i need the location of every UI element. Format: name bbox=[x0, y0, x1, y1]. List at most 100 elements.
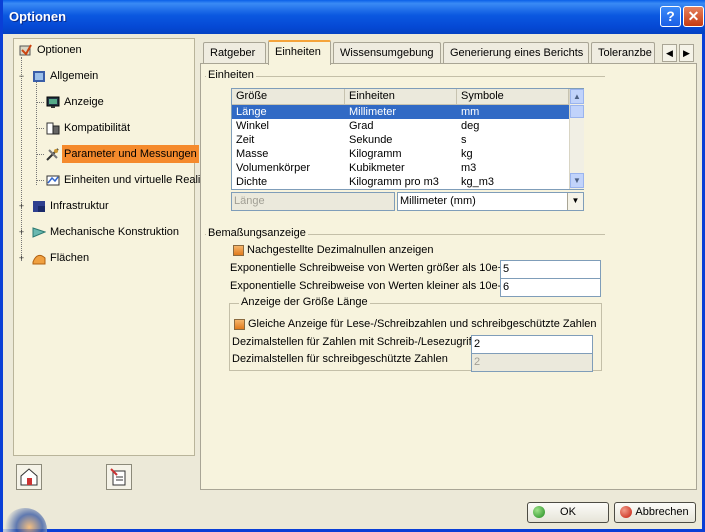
trailing-zeros-label: Nachgestellte Dezimalnullen anzeigen bbox=[247, 244, 434, 256]
tab-einheiten[interactable]: Einheiten bbox=[268, 40, 331, 65]
general-icon bbox=[33, 71, 45, 82]
tree-connector bbox=[36, 180, 44, 181]
expand-icon[interactable]: + bbox=[17, 254, 26, 263]
tab-toleranz[interactable]: Toleranzbe bbox=[591, 42, 655, 64]
cancel-button-label: Abbrechen bbox=[635, 506, 689, 518]
unit-select-value: Millimeter (mm) bbox=[400, 195, 476, 207]
table-cell: s bbox=[461, 134, 467, 146]
tree-item-label: Mechanische Konstruktion bbox=[50, 226, 180, 238]
table-row[interactable]: Winkel Grad deg bbox=[232, 119, 569, 133]
table-row[interactable]: Volumenkörper Kubikmeter m3 bbox=[232, 161, 569, 175]
table-header: Größe Einheiten Symbole bbox=[232, 89, 569, 105]
same-display-checkbox[interactable] bbox=[234, 319, 245, 330]
tree-item-parameter-und-messungen[interactable]: Parameter und Messungen bbox=[17, 145, 199, 163]
units-table[interactable]: Größe Einheiten Symbole Länge Millimeter m… bbox=[231, 88, 584, 190]
tree-item-flaechen[interactable]: + Flächen bbox=[17, 249, 192, 267]
table-cell: mm bbox=[461, 106, 480, 118]
tab-scroll-left-icon[interactable]: ◀ bbox=[662, 44, 677, 62]
ok-icon bbox=[533, 506, 545, 518]
table-cell: Dichte bbox=[236, 176, 268, 188]
column-header[interactable]: Einheiten bbox=[345, 89, 457, 105]
dimension-group-label: Bemaßungsanzeige bbox=[206, 227, 308, 239]
tab-panel-einheiten: Einheiten Größe Einheiten Symbole Länge M… bbox=[200, 63, 697, 490]
table-cell: Länge bbox=[236, 106, 267, 118]
table-row[interactable]: Zeit Sekunde s bbox=[232, 133, 569, 147]
table-scrollbar[interactable]: ▲ ▼ bbox=[569, 89, 584, 189]
tree-item-label: Allgemein bbox=[50, 70, 99, 82]
tree-item-label: Anzeige bbox=[64, 96, 104, 108]
exp-greater-field[interactable]: 5 bbox=[500, 260, 601, 279]
units-icon bbox=[46, 175, 60, 186]
window-title: Optionen bbox=[9, 9, 67, 24]
decimals-ro-label: Dezimalstellen für schreibgeschützte Zah… bbox=[232, 353, 448, 365]
table-cell: Volumenkörper bbox=[236, 162, 310, 174]
tree-item-allgemein[interactable]: − Allgemein bbox=[17, 67, 192, 85]
tab-scroll-right-icon[interactable]: ▶ bbox=[679, 44, 694, 62]
column-header[interactable]: Symbole bbox=[457, 89, 569, 105]
collapse-icon[interactable]: − bbox=[17, 72, 26, 81]
tab-wissensumgebung[interactable]: Wissensumgebung bbox=[333, 42, 441, 64]
tree-item-infrastruktur[interactable]: + Infrastruktur bbox=[17, 197, 192, 215]
title-bar[interactable]: Optionen ? ✕ bbox=[3, 0, 705, 34]
cancel-icon bbox=[620, 506, 632, 518]
scroll-up-icon[interactable]: ▲ bbox=[570, 89, 584, 104]
home-icon bbox=[20, 468, 38, 486]
scroll-down-icon[interactable]: ▼ bbox=[570, 173, 584, 188]
chevron-down-icon[interactable]: ▼ bbox=[567, 193, 583, 210]
tree-item-label: Parameter und Messungen bbox=[62, 145, 199, 163]
tree-item-mechanische-konstruktion[interactable]: + Mechanische Konstruktion bbox=[17, 223, 192, 241]
exp-greater-label: Exponentielle Schreibweise von Werten gr… bbox=[230, 262, 505, 274]
tree-item-label: Kompatibilität bbox=[64, 122, 131, 134]
tab-generierung-berichts[interactable]: Generierung eines Berichts bbox=[443, 42, 589, 64]
column-header[interactable]: Größe bbox=[232, 89, 345, 105]
length-group-label: Anzeige der Größe Länge bbox=[239, 296, 370, 308]
infrastructure-icon bbox=[33, 201, 45, 212]
tree-home-button[interactable] bbox=[16, 464, 42, 490]
trailing-zeros-checkbox[interactable] bbox=[233, 245, 244, 256]
decimals-rw-field[interactable]: 2 bbox=[471, 335, 593, 354]
tree-item-anzeige[interactable]: Anzeige bbox=[17, 93, 192, 111]
tree-item-optionen[interactable]: Optionen bbox=[17, 41, 192, 59]
expand-icon[interactable]: + bbox=[17, 228, 26, 237]
tree-item-label: Flächen bbox=[50, 252, 90, 264]
options-root-icon bbox=[19, 44, 32, 56]
table-cell: kg bbox=[461, 148, 473, 160]
table-cell: Kilogramm bbox=[349, 148, 402, 160]
table-row[interactable]: Masse Kilogramm kg bbox=[232, 147, 569, 161]
tree-item-label: Infrastruktur bbox=[50, 200, 109, 212]
ok-button[interactable]: OK bbox=[527, 502, 609, 523]
unit-select[interactable]: Millimeter (mm) ▼ bbox=[397, 192, 584, 211]
decorative-orb bbox=[3, 508, 47, 532]
table-cell: Masse bbox=[236, 148, 269, 160]
exp-smaller-label: Exponentielle Schreibweise von Werten kl… bbox=[230, 280, 502, 292]
surfaces-icon bbox=[32, 254, 46, 265]
tree-connector bbox=[36, 102, 44, 103]
table-cell: Grad bbox=[349, 120, 374, 132]
scroll-thumb[interactable] bbox=[570, 105, 584, 118]
table-cell: deg bbox=[461, 120, 480, 132]
tree-item-label: Einheiten und virtuelle Reali bbox=[64, 174, 201, 186]
table-cell: Winkel bbox=[236, 120, 270, 132]
expand-icon[interactable]: + bbox=[17, 202, 26, 211]
group-frame bbox=[205, 76, 605, 77]
tab-strip: Ratgeber Einheiten Wissensumgebung Gener… bbox=[200, 40, 697, 65]
options-tree: Optionen − Allgemein Anzeige Kompatibili… bbox=[13, 38, 200, 456]
cancel-button[interactable]: Abbrechen bbox=[614, 502, 696, 523]
ok-button-label: OK bbox=[560, 506, 576, 518]
tree-reset-button[interactable] bbox=[106, 464, 132, 490]
tree-item-einheiten[interactable]: Einheiten und virtuelle Reali bbox=[17, 171, 200, 189]
tree-connector bbox=[36, 128, 44, 129]
tab-ratgeber[interactable]: Ratgeber bbox=[203, 42, 266, 64]
exp-smaller-field[interactable]: 6 bbox=[500, 278, 601, 297]
table-row[interactable]: Dichte Kilogramm pro m3 kg_m3 bbox=[232, 175, 569, 189]
table-row[interactable]: Länge Millimeter mm bbox=[232, 105, 569, 119]
table-cell: kg_m3 bbox=[461, 176, 495, 188]
mechanical-icon bbox=[32, 227, 46, 238]
close-button[interactable]: ✕ bbox=[683, 6, 704, 27]
units-group-label: Einheiten bbox=[206, 69, 256, 81]
parameters-icon bbox=[46, 148, 59, 161]
table-cell: Millimeter bbox=[349, 106, 397, 118]
tree-item-kompatibilitaet[interactable]: Kompatibilität bbox=[17, 119, 192, 137]
help-button[interactable]: ? bbox=[660, 6, 681, 27]
tree-connector bbox=[36, 154, 44, 155]
